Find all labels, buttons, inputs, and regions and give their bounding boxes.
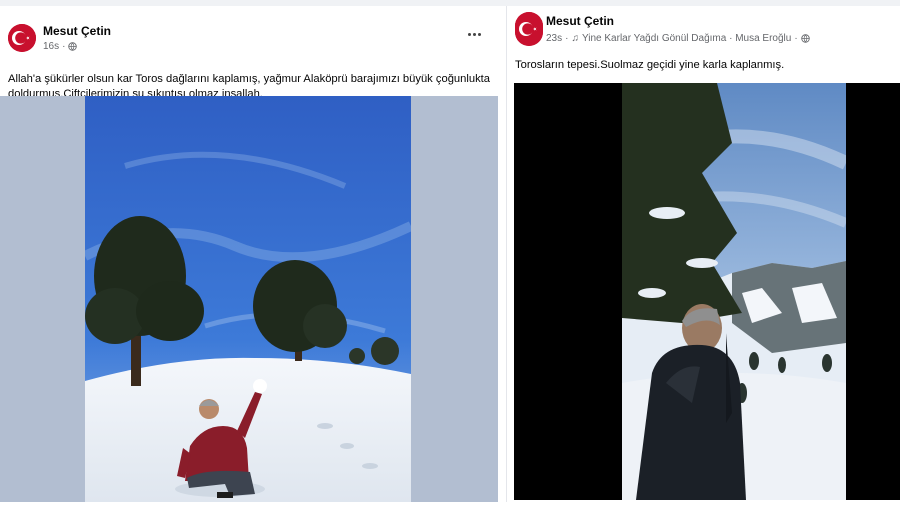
- turkish-flag-avatar-icon: [8, 24, 36, 52]
- left-post: Mesut Çetin 16s · Allah'a şükürler olsun…: [0, 14, 498, 502]
- right-post: Mesut Çetin 23s · ♫ Yine Karlar Yağdı Gö…: [506, 6, 900, 502]
- post-meta: 23s · ♫ Yine Karlar Yağdı Gönül Dağıma ·…: [546, 33, 810, 44]
- snow-mountain-photo: [85, 96, 411, 502]
- video-frame[interactable]: [622, 83, 846, 500]
- left-post-header: Mesut Çetin 16s · Allah'a şükürler olsun…: [0, 14, 498, 100]
- avatar[interactable]: [8, 24, 36, 52]
- post-time[interactable]: 23s: [546, 33, 562, 44]
- author-name[interactable]: Mesut Çetin: [546, 14, 614, 28]
- post-meta: 16s ·: [43, 41, 78, 52]
- music-note-icon: ♫: [571, 33, 579, 44]
- avatar[interactable]: [515, 12, 543, 46]
- post-time[interactable]: 16s: [43, 41, 59, 52]
- globe-icon: [68, 42, 78, 51]
- right-post-header: Mesut Çetin 23s · ♫ Yine Karlar Yağdı Gö…: [507, 6, 900, 84]
- author-name[interactable]: Mesut Çetin: [43, 24, 111, 38]
- globe-icon: [800, 34, 810, 43]
- screenshot-collage: Mesut Çetin 16s · Allah'a şükürler olsun…: [0, 0, 900, 506]
- turkish-flag-avatar-icon: [515, 12, 543, 46]
- video-player[interactable]: [514, 83, 900, 500]
- snowy-forest-video: [622, 83, 846, 500]
- post-caption: Torosların tepesi.Suolmaz geçidi yine ka…: [515, 59, 785, 71]
- more-options-icon[interactable]: [464, 28, 484, 40]
- post-photo[interactable]: [85, 96, 411, 502]
- music-link[interactable]: Yine Karlar Yağdı Gönül Dağıma · Musa Er…: [582, 33, 791, 44]
